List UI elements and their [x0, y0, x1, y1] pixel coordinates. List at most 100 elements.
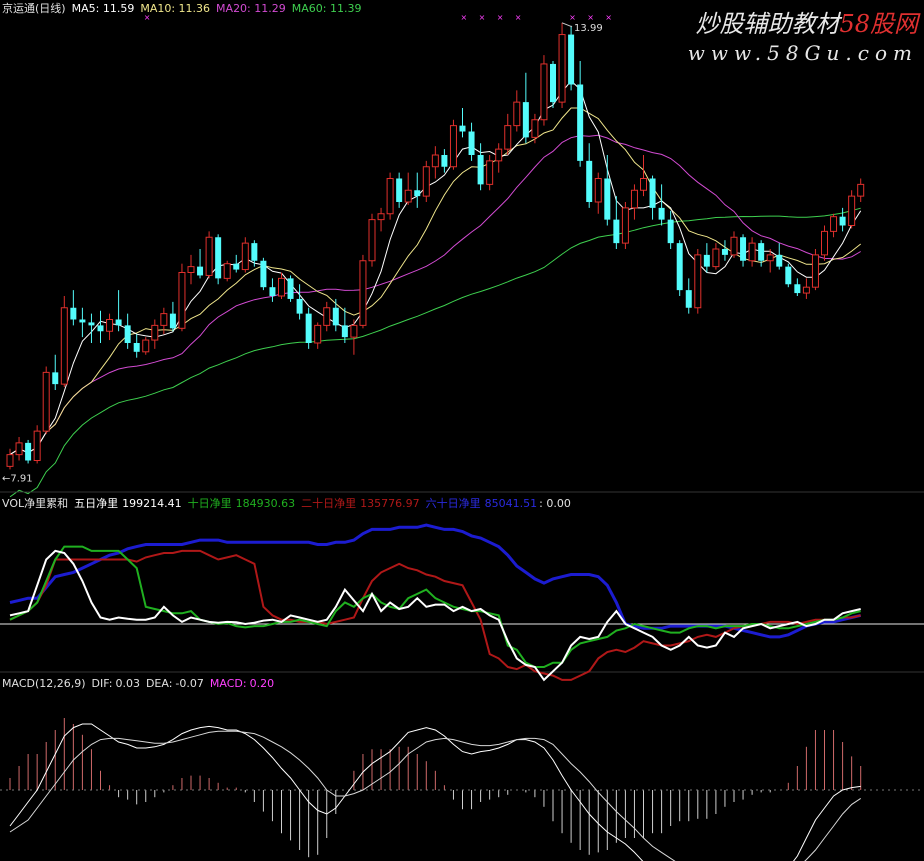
ma60-label: MA60: [291, 2, 327, 15]
candle-body-down [477, 155, 484, 185]
candle-body-down [568, 34, 575, 85]
candle-body-down [613, 219, 620, 244]
dea-value: -0.07 [175, 677, 204, 690]
vol-header: VOL净里累和 五日净里 199214.41 十日净里 184930.63 二十日净里 13… [2, 497, 577, 510]
candle-body-down [88, 322, 95, 326]
candle-body-up [486, 160, 494, 185]
candle-body-down [758, 243, 765, 261]
dif-line [9, 723, 861, 861]
candle-body-up [278, 277, 285, 297]
candle-body-down [794, 284, 801, 294]
candle-body-up [314, 324, 322, 344]
vol-10day-line [9, 545, 861, 668]
candle-body-down [676, 243, 683, 291]
candle-body-up [811, 254, 819, 288]
candle-body-down [197, 266, 204, 276]
signal-marker: × [461, 13, 468, 22]
candle-body-up [386, 178, 394, 215]
candle-body-up [15, 442, 23, 456]
candle-body-up [6, 454, 14, 467]
candle-body-up [748, 242, 756, 262]
dif-label: DIF: [91, 677, 113, 690]
candle-body-down [305, 313, 312, 343]
candle-body-up [33, 430, 41, 461]
candle-body-up [640, 178, 647, 191]
candle-body-down [341, 325, 348, 338]
ma20-value: 11.29 [254, 2, 286, 15]
dea-line [9, 730, 861, 861]
candle-body-down [685, 290, 692, 308]
macd-panel [0, 718, 920, 861]
candle-body-down [70, 307, 77, 320]
candle-body-down [785, 266, 792, 285]
candle-body-down [260, 260, 267, 288]
vol-s3-label: 二十日净里 [301, 497, 357, 510]
candle-body-down [468, 131, 475, 155]
candle-body-down [522, 102, 529, 138]
candle-body-up [42, 371, 50, 432]
candle-body-down [459, 125, 466, 132]
candle-body-down [703, 254, 710, 267]
candle-body-up [142, 339, 150, 353]
candle-body-down [550, 63, 556, 103]
signal-marker: × [605, 13, 612, 22]
watermark-line1: 炒股辅助教材58股网 [688, 4, 918, 39]
candle-body-up [151, 324, 159, 341]
stock-title: 京运通(日线) [2, 2, 66, 15]
signal-marker: × [497, 13, 504, 22]
candle-body-up [205, 236, 213, 276]
candle-body-down [296, 298, 303, 314]
candle-body-down [169, 313, 176, 329]
candle-body-down [604, 178, 611, 220]
watermark-brand: 58股网 [839, 10, 918, 38]
candle-body-down [287, 278, 294, 299]
candle-body-up [350, 324, 358, 338]
vol-s1-value: 199214.41 [122, 497, 182, 510]
candle-body-down [667, 219, 674, 244]
candle-body-down [414, 190, 421, 197]
high-price-label: 13.99 [574, 23, 603, 34]
candle-body-down [577, 84, 584, 161]
vol-s5-value: : 0.00 [539, 497, 571, 510]
signal-marker: × [569, 13, 576, 22]
vol-panel [0, 523, 924, 682]
low-price-label: ←7.91 [2, 473, 33, 484]
candle-body-up [422, 166, 430, 197]
vol-s2-value: 184930.63 [235, 497, 296, 510]
candle-body-down [649, 178, 656, 208]
candle-body-down [441, 155, 448, 167]
candle-body-up [160, 313, 168, 326]
candle-body-down [332, 307, 339, 326]
candle-body-down [776, 254, 783, 267]
watermark-url: www.58Gu.com [687, 41, 918, 65]
macd-value: 0.20 [249, 677, 275, 690]
candle-body-up [187, 266, 195, 273]
candle-body-up [431, 154, 439, 168]
candle-body-down [396, 178, 403, 202]
candle-body-up [60, 307, 68, 385]
vol-name: VOL净里累和 [2, 497, 69, 510]
high-marker-line [561, 22, 573, 28]
candle-body-up [531, 119, 539, 138]
vol-s4-label: 六十日净里 [425, 497, 481, 510]
watermark-text: 炒股辅助教材 [695, 10, 840, 38]
ma20-label: MA20: [216, 2, 251, 15]
candle-body-down [215, 237, 222, 279]
candle-body-down [79, 319, 86, 323]
vol-s4-value: 85041.51 [484, 497, 538, 510]
candle-body-up [178, 272, 186, 329]
candle-body-up [404, 189, 412, 203]
candle-body-down [839, 216, 846, 226]
candle-body-down [115, 319, 122, 326]
candle-body-down [658, 207, 665, 220]
candle-body-up [449, 125, 457, 168]
vol-s2-label: 十日净里 [187, 497, 232, 510]
candle-body-down [133, 343, 140, 352]
candle-body-up [712, 248, 720, 268]
ma10-value: 11.36 [178, 2, 211, 15]
candle-body-up [513, 101, 521, 127]
candle-body-down [586, 160, 593, 202]
vol-s1-label: 五日净里 [74, 497, 119, 510]
candle-body-down [97, 325, 104, 332]
macd-label: MACD: [209, 677, 247, 690]
